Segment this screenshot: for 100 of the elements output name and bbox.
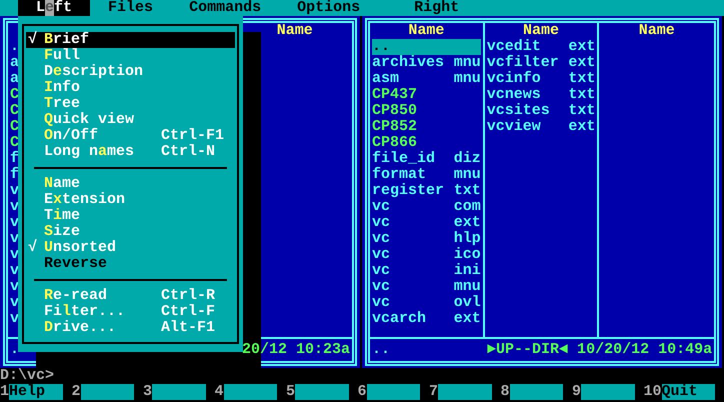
file-extension: txt (568, 71, 596, 87)
file-extension: hlp (454, 231, 481, 247)
file-name: CP852 (372, 119, 418, 135)
menu-item[interactable]: Left (18, 0, 90, 16)
file-name: CP866 (372, 135, 418, 151)
file-extension: txt (454, 183, 481, 199)
file-row[interactable]: vc com (372, 199, 481, 215)
file-name: vc (372, 279, 390, 295)
file-name: vcsites (486, 103, 550, 119)
file-row[interactable]: vc ovl (372, 295, 481, 311)
file-name: vc (372, 295, 390, 311)
file-name: CP850 (372, 103, 418, 119)
file-name: vcedit (486, 39, 541, 55)
file-extension: mnu (454, 167, 481, 183)
file-name: vc (372, 199, 390, 215)
function-key[interactable] (224, 384, 277, 400)
function-key[interactable] (295, 384, 348, 400)
current-file-name: . (10, 342, 20, 358)
function-key[interactable] (438, 384, 492, 400)
file-name: a (10, 55, 20, 71)
file-name: v (10, 263, 20, 279)
file-row[interactable]: vc mnu (372, 279, 481, 295)
file-row[interactable]: archives mnu (372, 55, 481, 71)
menu-item[interactable]: Options (288, 0, 370, 16)
file-info: ►UP--DIR◄ 10/20/12 10:49a (487, 342, 712, 358)
file-row[interactable]: vcsites txt (486, 103, 596, 119)
column-header: Name (276, 23, 313, 39)
file-row[interactable]: file_id diz (372, 151, 481, 167)
file-extension: ext (568, 119, 596, 135)
file-name: format (372, 167, 426, 183)
check-mark-icon: √ (28, 31, 38, 48)
file-row[interactable]: .. (372, 39, 481, 55)
file-extension: ovl (454, 295, 481, 311)
file-name: vcfilter (486, 55, 559, 71)
file-extension: txt (568, 103, 596, 119)
file-extension: ext (454, 311, 481, 327)
file-name: f (10, 151, 20, 167)
file-row[interactable]: vcnews txt (486, 87, 596, 103)
file-name: vc (372, 247, 390, 263)
file-name: v (10, 295, 20, 311)
file-row[interactable]: vcarch ext (372, 311, 481, 327)
file-name: . (10, 39, 20, 55)
file-row[interactable]: vcinfo txt (486, 71, 596, 87)
file-extension: ini (454, 263, 481, 279)
file-row[interactable]: asm mnu (372, 71, 481, 87)
file-name: vcview (486, 119, 541, 135)
file-name: vcnews (486, 87, 541, 103)
file-name: C (10, 87, 20, 103)
file-name: v (10, 279, 20, 295)
function-key[interactable]: Help (9, 384, 62, 400)
file-row[interactable]: vcview ext (486, 119, 596, 135)
file-extension: ext (568, 39, 596, 55)
file-name: v (10, 231, 20, 247)
file-row[interactable]: CP850 (372, 103, 481, 119)
file-extension: com (454, 199, 481, 215)
file-name: C (10, 119, 20, 135)
file-name: vc (372, 263, 390, 279)
function-key[interactable]: Quit (662, 384, 715, 400)
command-prompt[interactable]: D:\vc> (0, 367, 54, 384)
file-row[interactable]: vc hlp (372, 231, 481, 247)
file-name: vc (372, 231, 390, 247)
file-row[interactable]: vcedit ext (486, 39, 596, 55)
file-extension: mnu (454, 279, 481, 295)
menu-item[interactable]: Commands (180, 0, 270, 16)
menu-option[interactable]: √ Brief (26, 32, 236, 48)
file-name: vc (372, 215, 390, 231)
file-name: CP437 (372, 87, 418, 103)
function-key[interactable] (152, 384, 206, 400)
file-name: C (10, 135, 20, 151)
current-file-name: .. (372, 342, 390, 358)
file-name: f (10, 167, 20, 183)
file-row[interactable]: vcfilter ext (486, 55, 596, 71)
file-row[interactable]: format mnu (372, 167, 481, 183)
file-name: archives (372, 55, 444, 71)
file-row[interactable]: vc ico (372, 247, 481, 263)
file-name: vcinfo (486, 71, 541, 87)
function-key[interactable] (366, 384, 420, 400)
function-key[interactable] (510, 384, 563, 400)
check-mark-icon: √ (28, 239, 38, 256)
file-name: C (10, 103, 20, 119)
file-name: v (10, 247, 20, 263)
file-extension: diz (454, 151, 481, 167)
file-extension: ext (454, 215, 481, 231)
function-key[interactable] (581, 384, 634, 400)
file-row[interactable]: vc ext (372, 215, 481, 231)
file-row[interactable]: CP866 (372, 135, 481, 151)
file-extension: ext (568, 55, 596, 71)
file-name: v (10, 311, 20, 327)
file-name: asm (372, 71, 400, 87)
file-row[interactable]: CP437 (372, 87, 481, 103)
column-header: Name (638, 23, 675, 39)
file-row[interactable]: CP852 (372, 119, 481, 135)
column-header: Name (408, 23, 444, 39)
file-row[interactable]: vc ini (372, 263, 481, 279)
file-name: a (10, 71, 20, 87)
function-key[interactable] (80, 384, 134, 400)
menu-item[interactable]: Right (405, 0, 468, 16)
file-row[interactable]: register txt (372, 183, 481, 199)
column-header: Name (523, 23, 560, 39)
menu-item[interactable]: Files (99, 0, 162, 16)
